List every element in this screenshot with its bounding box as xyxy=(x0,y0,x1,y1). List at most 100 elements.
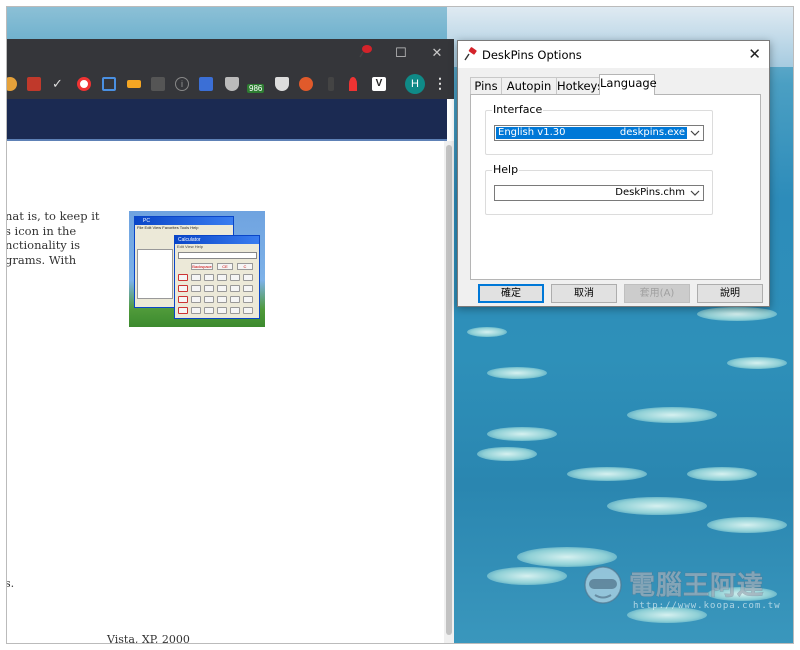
reef-shape xyxy=(697,307,777,321)
calc-key xyxy=(191,285,201,292)
cancel-button[interactable]: 取消 xyxy=(551,284,617,303)
maximize-button[interactable]: ☐ xyxy=(392,45,410,61)
crop-icon[interactable] xyxy=(102,77,116,91)
help-select[interactable]: DeskPins.chm xyxy=(494,185,704,201)
dialog-title: DeskPins Options xyxy=(482,48,582,62)
dialog-titlebar: DeskPins Options ✕ xyxy=(458,41,769,68)
article-line: grams. With xyxy=(7,252,77,267)
extension-icon[interactable] xyxy=(299,77,313,91)
extension-icon[interactable] xyxy=(27,77,41,91)
article-line: s icon in the xyxy=(7,223,77,238)
calc-c-key: C xyxy=(237,263,253,270)
info-icon[interactable]: i xyxy=(175,77,189,91)
help-group: Help DeskPins.chm xyxy=(485,163,713,215)
calc-key xyxy=(204,285,214,292)
close-button[interactable]: ✕ xyxy=(428,45,446,61)
extension-icon[interactable] xyxy=(7,77,17,91)
page-scrollbar[interactable] xyxy=(444,141,454,643)
calculator-title: Calculator xyxy=(175,236,259,244)
bottom-text-fragment: Vista, XP, 2000 xyxy=(107,633,190,644)
site-header xyxy=(7,99,447,141)
calc-backspace-key: Backspace xyxy=(191,263,213,270)
extension-icon[interactable] xyxy=(328,77,334,91)
reef-shape xyxy=(487,367,547,379)
reef-shape xyxy=(607,497,707,515)
calc-key xyxy=(204,274,214,281)
watermark-url: http://www.koopa.com.tw xyxy=(633,601,781,611)
language-tab-panel: Interface English v1.30 deskpins.exe Hel… xyxy=(470,94,761,280)
calc-key xyxy=(191,274,201,281)
shield-icon[interactable] xyxy=(225,77,239,91)
check-icon[interactable]: ✓ xyxy=(52,77,66,91)
avatar[interactable]: H xyxy=(405,74,425,94)
calc-key xyxy=(230,285,240,292)
tab-hotkeys[interactable]: Hotkeys xyxy=(556,77,603,94)
apply-button[interactable]: 套用(A) xyxy=(624,284,690,303)
calc-key xyxy=(217,274,227,281)
tab-pins[interactable]: Pins xyxy=(470,77,502,94)
explorer-menu: File Edit View Favorites Tools Help xyxy=(137,225,199,230)
extension-badge: 986 xyxy=(247,84,265,93)
calc-key xyxy=(217,307,227,314)
calc-key xyxy=(178,307,188,314)
help-group-label: Help xyxy=(492,163,520,176)
calc-ce-key: CE xyxy=(217,263,233,270)
tab-autopin[interactable]: Autopin xyxy=(501,77,557,94)
reef-shape xyxy=(467,327,507,337)
calc-key xyxy=(178,274,188,281)
help-file: DeskPins.chm xyxy=(615,187,685,198)
extension-icon[interactable] xyxy=(151,77,165,91)
interface-select[interactable]: English v1.30 deskpins.exe xyxy=(494,125,704,141)
chevron-down-icon[interactable] xyxy=(689,187,701,199)
help-select-value: DeskPins.chm xyxy=(496,187,687,199)
mascot-logo-icon xyxy=(584,566,622,604)
bottom-text-fragment: s. xyxy=(7,577,15,590)
xp-screenshot-thumbnail: PC File Edit View Favorites Tools Help C… xyxy=(129,211,265,327)
article-line: nctionality is xyxy=(7,238,81,252)
reef-shape xyxy=(567,467,647,481)
calc-key xyxy=(178,285,188,292)
pin-icon[interactable] xyxy=(349,77,357,91)
reef-shape xyxy=(627,407,717,423)
help-button[interactable]: 說明 xyxy=(697,284,763,303)
interface-group: Interface English v1.30 deskpins.exe xyxy=(485,103,713,155)
reef-shape xyxy=(487,427,557,441)
tab-language[interactable]: Language xyxy=(599,74,657,95)
calc-key xyxy=(243,274,253,281)
close-icon[interactable]: ✕ xyxy=(748,45,761,63)
calc-key xyxy=(191,296,201,303)
calc-key xyxy=(243,296,253,303)
calculator-window: Calculator Edit View Help Backspace CE C xyxy=(174,235,260,319)
deskpin-icon[interactable] xyxy=(359,43,375,59)
extension-icon[interactable]: V xyxy=(372,77,386,91)
interface-file: deskpins.exe xyxy=(619,127,685,138)
page-content: nat is, to keep it s icon in the nctiona… xyxy=(7,143,447,644)
browser-window: ☐ ✕ ✓ i 986 V H ⋮ nat is, to keep it s i… xyxy=(7,39,454,644)
calculator-display xyxy=(178,252,257,259)
article-line: nat is, to keep it xyxy=(7,209,100,223)
interface-group-label: Interface xyxy=(492,103,544,116)
extension-icon[interactable] xyxy=(127,80,141,88)
calc-key xyxy=(217,285,227,292)
calculator-menu: Edit View Help xyxy=(177,244,203,249)
calc-key xyxy=(204,296,214,303)
calc-key xyxy=(217,296,227,303)
shield-icon[interactable] xyxy=(275,77,289,91)
scrollbar-thumb[interactable] xyxy=(446,145,452,635)
deskpins-options-dialog: DeskPins Options ✕ Pins Autopin Hotkeys … xyxy=(457,40,770,307)
reef-shape xyxy=(487,567,567,585)
menu-icon[interactable]: ⋮ xyxy=(433,75,447,92)
explorer-title: PC xyxy=(135,217,233,225)
record-icon[interactable] xyxy=(77,77,91,91)
calc-key xyxy=(230,296,240,303)
reef-shape xyxy=(727,357,787,369)
chevron-down-icon[interactable] xyxy=(689,127,701,139)
extension-icon[interactable] xyxy=(199,77,213,91)
calc-key xyxy=(243,307,253,314)
browser-toolbar: ✓ i 986 V H ⋮ xyxy=(7,69,454,99)
ok-button[interactable]: 確定 xyxy=(478,284,544,303)
explorer-tree xyxy=(137,249,173,299)
calc-key xyxy=(178,296,188,303)
calc-key xyxy=(230,307,240,314)
watermark: 電腦王阿達 http://www.koopa.com.tw xyxy=(579,563,789,623)
